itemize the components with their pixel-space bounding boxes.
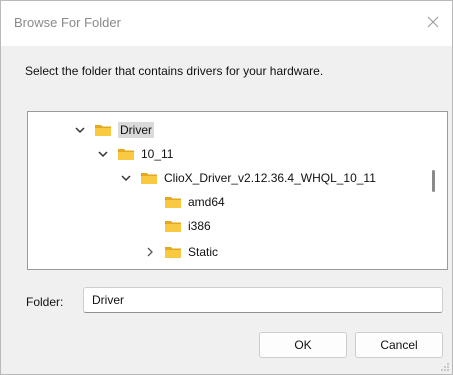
folder-field-label: Folder: bbox=[26, 295, 64, 309]
ok-button[interactable]: OK bbox=[259, 332, 347, 358]
chevron-down-icon[interactable] bbox=[95, 146, 111, 162]
folder-icon bbox=[165, 247, 181, 258]
tree-item-label: 10_11 bbox=[141, 147, 174, 161]
browse-for-folder-dialog: Browse For Folder Select the folder that… bbox=[0, 0, 453, 375]
tree-scrollbar-thumb[interactable] bbox=[432, 170, 435, 192]
cancel-button[interactable]: Cancel bbox=[355, 332, 443, 358]
folder-icon bbox=[118, 149, 134, 160]
close-icon bbox=[427, 16, 439, 28]
tree-item-static[interactable]: Static bbox=[142, 241, 218, 263]
folder-icon bbox=[141, 173, 157, 184]
resize-grip-icon[interactable] bbox=[441, 363, 449, 371]
tree-item-10-11[interactable]: 10_11 bbox=[95, 143, 173, 165]
tree-item-label: i386 bbox=[188, 219, 211, 233]
tree-item-amd64[interactable]: amd64 bbox=[142, 191, 225, 213]
tree-item-cliox-driver[interactable]: ClioX_Driver_v2.12.36.4_WHQL_10_11 bbox=[118, 167, 376, 189]
folder-icon bbox=[95, 125, 111, 136]
chevron-down-icon[interactable] bbox=[118, 170, 134, 186]
tree-item-i386[interactable]: i386 bbox=[142, 215, 211, 237]
close-button[interactable] bbox=[421, 10, 445, 34]
tree-item-driver[interactable]: Driver bbox=[72, 119, 154, 141]
tree-item-label: ClioX_Driver_v2.12.36.4_WHQL_10_11 bbox=[164, 171, 376, 185]
chevron-down-icon[interactable] bbox=[72, 122, 88, 138]
title-bar: Browse For Folder bbox=[1, 1, 452, 46]
tree-item-label: Static bbox=[188, 245, 219, 259]
folder-tree[interactable]: Driver 10_11 ClioX_Driver_v2.12.36.4_WHQ… bbox=[27, 111, 448, 270]
tree-item-label: Driver bbox=[118, 122, 154, 138]
folder-icon bbox=[165, 221, 181, 232]
tree-item-label: amd64 bbox=[188, 195, 225, 209]
dialog-title: Browse For Folder bbox=[14, 15, 121, 30]
folder-icon bbox=[165, 197, 181, 208]
folder-field[interactable] bbox=[83, 287, 443, 313]
instruction-text: Select the folder that contains drivers … bbox=[25, 64, 324, 78]
chevron-right-icon[interactable] bbox=[142, 244, 158, 260]
